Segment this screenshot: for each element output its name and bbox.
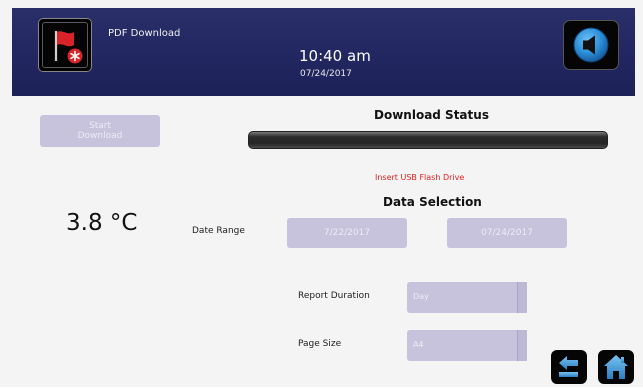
usb-status-message: Insert USB Flash Drive xyxy=(375,173,465,182)
alarm-button[interactable] xyxy=(38,18,92,72)
end-date-value: 07/24/2017 xyxy=(481,228,533,238)
report-duration-value: Day xyxy=(413,292,429,301)
back-arrow-icon xyxy=(559,356,578,377)
clock-date: 07/24/2017 xyxy=(300,69,352,79)
page-size-label: Page Size xyxy=(298,339,342,349)
screen-title: PDF Download xyxy=(108,28,181,39)
clock-time: 10:40 am xyxy=(299,47,371,65)
end-date-field[interactable]: 07/24/2017 xyxy=(447,218,567,248)
report-duration-spinner[interactable] xyxy=(517,282,527,313)
speaker-icon xyxy=(573,27,609,63)
start-download-button[interactable]: Start Download xyxy=(40,115,160,147)
download-progress-bar xyxy=(248,131,608,149)
home-button[interactable] xyxy=(598,350,634,384)
report-duration-select[interactable]: Day xyxy=(407,282,527,313)
start-date-value: 7/22/2017 xyxy=(323,228,371,238)
alarm-button-frame xyxy=(42,22,88,68)
page-size-value: A4 xyxy=(413,340,424,349)
home-icon xyxy=(604,355,628,379)
download-status-heading: Download Status xyxy=(374,108,489,122)
header-bar: PDF Download 10:40 am 07/24/2017 xyxy=(12,8,635,96)
alarm-flag-icon xyxy=(54,31,83,64)
back-button[interactable] xyxy=(551,350,587,384)
start-download-label-line-1: Start xyxy=(89,121,111,131)
report-duration-label: Report Duration xyxy=(298,291,370,301)
page-size-spinner[interactable] xyxy=(517,330,527,361)
temperature-readout: 3.8 °C xyxy=(66,210,138,236)
sound-button[interactable] xyxy=(563,20,619,70)
date-range-label: Date Range xyxy=(192,226,245,236)
start-date-field[interactable]: 7/22/2017 xyxy=(287,218,407,248)
start-download-label-line-2: Download xyxy=(77,131,123,141)
app-screen: PDF Download 10:40 am 07/24/2017 Start D… xyxy=(0,0,643,387)
data-selection-heading: Data Selection xyxy=(383,195,482,209)
page-size-select[interactable]: A4 xyxy=(407,330,527,361)
